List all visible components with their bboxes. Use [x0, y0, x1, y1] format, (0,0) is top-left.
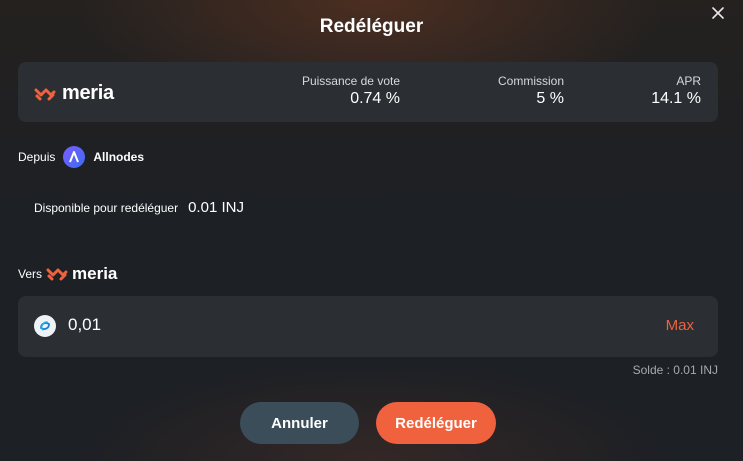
- stat-value: 14.1 %: [651, 90, 701, 107]
- to-label: Vers: [18, 267, 43, 281]
- validator-brand-name: meria: [62, 82, 114, 104]
- amount-input[interactable]: 0,01 Max: [18, 296, 718, 357]
- from-label: Depuis: [18, 150, 56, 164]
- stat-voting-power: Puissance de vote 0.74 %: [302, 74, 400, 108]
- injective-token-icon: [34, 315, 56, 337]
- stat-value: 0.74 %: [350, 90, 400, 107]
- meria-logo-icon: [46, 268, 68, 281]
- redelegate-button[interactable]: Redéléguer: [376, 402, 496, 444]
- to-brand-name: meria: [72, 264, 118, 283]
- available-label: Disponible pour redéléguer: [34, 201, 179, 215]
- validator-card: meria Puissance de vote 0.74 % Commissio…: [18, 62, 718, 122]
- to-row: Vers meria: [18, 264, 117, 284]
- cancel-button[interactable]: Annuler: [240, 402, 359, 444]
- stat-commission: Commission 5 %: [498, 74, 564, 108]
- modal-title: Redéléguer: [319, 16, 424, 37]
- allnodes-logo-icon: [63, 146, 86, 168]
- from-row: Depuis Allnodes: [18, 146, 144, 168]
- stat-label: APR: [676, 74, 701, 88]
- stat-apr: APR 14.1 %: [651, 74, 701, 108]
- balance-text: Solde : 0.01 INJ: [632, 363, 718, 377]
- stat-label: Commission: [497, 74, 564, 88]
- available-row: Disponible pour redéléguer 0.01 INJ: [34, 199, 244, 216]
- available-value: 0.01 INJ: [188, 199, 244, 216]
- stat-label: Puissance de vote: [301, 74, 400, 88]
- from-validator-name: Allnodes: [93, 150, 145, 164]
- redelegate-modal: Redéléguer meria Puissance de vote 0.74 …: [0, 0, 743, 461]
- meria-logo-icon: [34, 88, 56, 100]
- close-icon: [712, 7, 724, 19]
- amount-value[interactable]: 0,01: [68, 315, 101, 335]
- stat-value: 5 %: [536, 90, 564, 107]
- close-button[interactable]: [707, 2, 729, 24]
- max-button[interactable]: Max: [666, 317, 694, 334]
- validator-brand: meria: [34, 82, 114, 105]
